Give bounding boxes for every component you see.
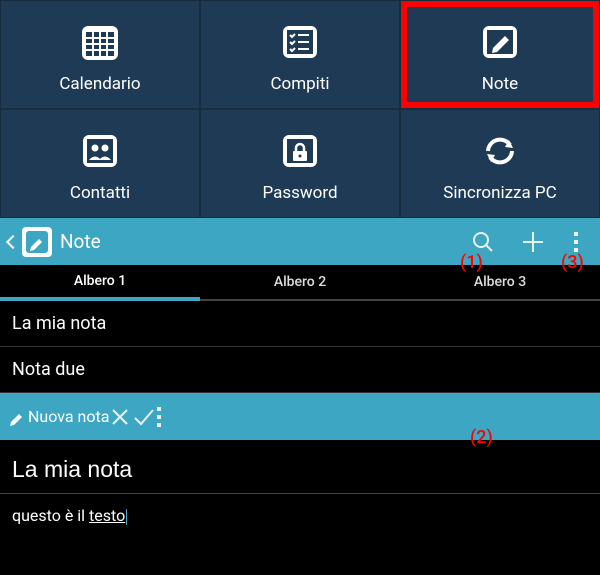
back-icon[interactable] <box>6 234 20 248</box>
note-body-input[interactable]: questo è il testo <box>0 494 600 537</box>
note-app-icon[interactable] <box>22 227 52 257</box>
home-item-sincronizza[interactable]: Sincronizza PC <box>401 110 599 217</box>
home-item-label: Note <box>482 74 518 94</box>
note-title: Nota due <box>12 359 85 380</box>
home-item-label: Password <box>262 183 337 203</box>
home-item-label: Contatti <box>70 183 130 203</box>
home-item-password[interactable]: Password <box>201 110 399 217</box>
home-item-compiti[interactable]: Compiti <box>201 1 399 108</box>
home-item-contatti[interactable]: Contatti <box>1 110 199 217</box>
toolbar-title: Note <box>60 230 458 253</box>
tab-label: Albero 3 <box>474 274 526 290</box>
confirm-button[interactable] <box>131 404 157 430</box>
check-icon <box>131 404 157 430</box>
tasks-icon <box>274 16 326 68</box>
home-item-label: Calendario <box>59 74 140 94</box>
note-icon <box>474 16 526 68</box>
tabs: Albero 1 Albero 2 Albero 3 <box>0 265 600 301</box>
list-item[interactable]: La mia nota <box>0 301 600 347</box>
note-edit-toolbar: Nuova nota (2) <box>0 393 600 440</box>
home-item-note[interactable]: Note <box>401 1 599 108</box>
note-title: La mia nota <box>12 313 106 334</box>
sync-icon <box>474 125 526 177</box>
calendar-icon <box>74 16 126 68</box>
toolbar-title: Nuova nota <box>28 407 109 426</box>
close-icon <box>109 406 131 428</box>
body-text-plain: questo è il <box>12 506 89 525</box>
overflow-icon <box>574 232 578 252</box>
text-cursor <box>126 509 127 525</box>
note-list-toolbar: Note (1) (3) <box>0 218 600 265</box>
search-icon <box>471 230 495 254</box>
tab-albero-3[interactable]: Albero 3 <box>400 265 600 301</box>
tab-albero-1[interactable]: Albero 1 <box>0 265 200 301</box>
home-item-label: Sincronizza PC <box>443 183 556 203</box>
tab-label: Albero 1 <box>74 273 126 289</box>
list-item[interactable]: Nota due <box>0 347 600 393</box>
contacts-icon <box>74 125 126 177</box>
password-icon <box>274 125 326 177</box>
overflow-icon <box>157 407 193 427</box>
note-title-input[interactable] <box>0 440 600 494</box>
home-item-label: Compiti <box>270 74 329 94</box>
home-grid: Calendario Compiti Note Contatti Passwor… <box>0 0 600 218</box>
search-button[interactable] <box>458 218 508 265</box>
plus-icon <box>520 229 546 255</box>
note-app-icon[interactable] <box>6 406 28 428</box>
body-text-underlined: testo <box>89 506 125 525</box>
tab-label: Albero 2 <box>274 274 326 290</box>
cancel-button[interactable] <box>109 406 131 428</box>
home-item-calendario[interactable]: Calendario <box>1 1 199 108</box>
note-editor: questo è il testo <box>0 440 600 537</box>
tab-albero-2[interactable]: Albero 2 <box>200 265 400 301</box>
note-list: La mia nota Nota due <box>0 301 600 393</box>
overflow-button[interactable] <box>558 218 594 265</box>
overflow-button[interactable] <box>157 407 193 427</box>
add-button[interactable] <box>508 218 558 265</box>
